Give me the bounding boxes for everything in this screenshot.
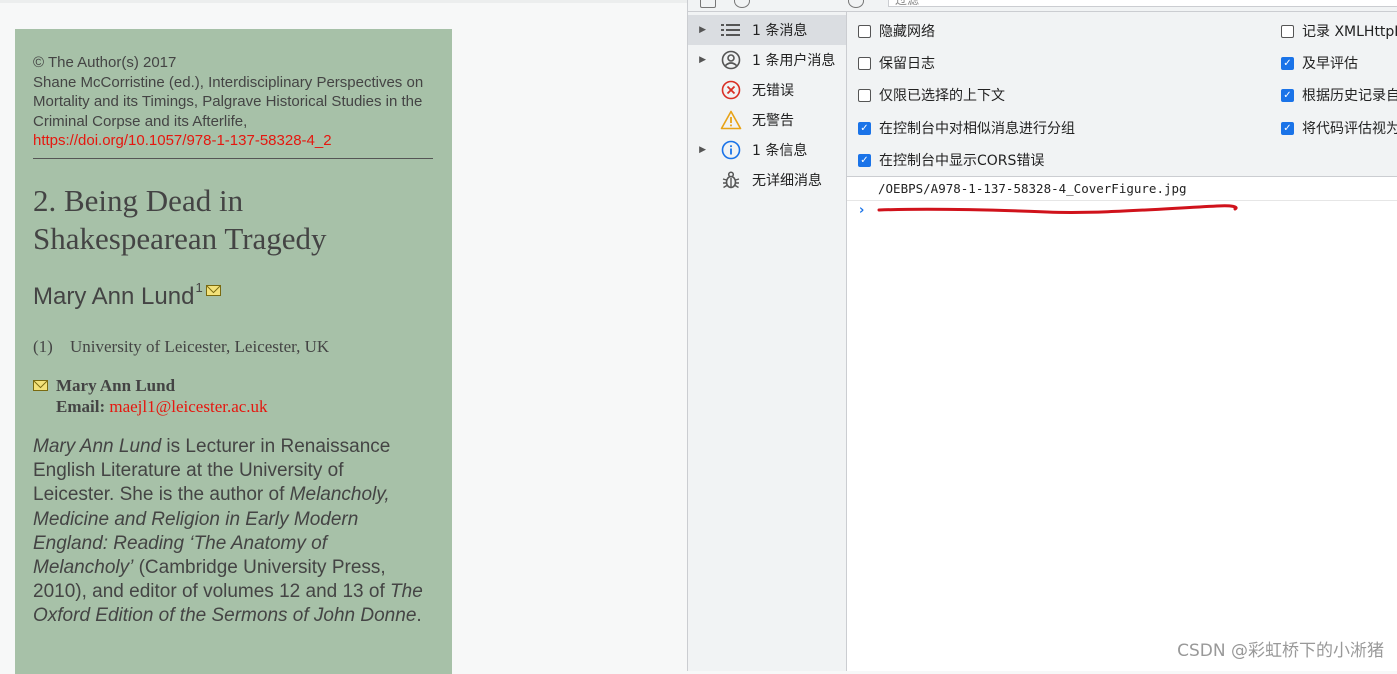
chapter-title: 2. Being Dead in Shakespearean Tragedy: [33, 182, 434, 258]
sidebar-item-messages[interactable]: ▶ 1 条消息: [688, 15, 846, 45]
checkbox[interactable]: ✓: [1281, 121, 1294, 135]
sidebar-item-label: 无警告: [752, 113, 794, 129]
checkbox[interactable]: ✓: [1281, 88, 1294, 102]
expand-arrow-icon[interactable]: ▶: [690, 55, 710, 65]
sidebar-item-label: 无错误: [752, 83, 794, 99]
info-icon: [720, 139, 742, 161]
setting-group-similar[interactable]: ✓ 在控制台中对相似消息进行分组: [858, 118, 1075, 138]
chapter-title-line1: 2. Being Dead in: [33, 182, 244, 218]
sidebar-item-label: 1 条信息: [752, 143, 808, 159]
envelope-icon: [33, 379, 48, 391]
contact-block: Mary Ann Lund Email: maejl1@leicester.ac…: [33, 375, 434, 417]
sidebar-item-label: 1 条用户消息: [752, 53, 836, 69]
author-bio: Mary Ann Lund is Lecturer in Renaissance…: [33, 435, 428, 629]
divider: [33, 157, 433, 159]
bio-author-name: Mary Ann Lund: [33, 435, 162, 457]
affiliation-number: (1): [33, 336, 53, 356]
list-icon: [720, 19, 742, 41]
bug-icon: [720, 169, 742, 191]
expand-arrow-icon[interactable]: ▶: [690, 25, 710, 35]
watermark: CSDN @彩虹桥下的小淅猪: [1177, 641, 1384, 661]
chapter-metadata: © The Author(s) 2017 Shane McCorristine …: [33, 53, 434, 151]
setting-label: 在控制台中对相似消息进行分组: [879, 121, 1075, 137]
clear-console-icon[interactable]: [734, 0, 750, 8]
sidebar-item-info[interactable]: ▶ 1 条信息: [688, 135, 846, 165]
setting-hide-network[interactable]: 隐藏网络: [858, 21, 935, 41]
reader-top-border: [0, 0, 687, 3]
console-output[interactable]: /OEBPS/A978-1-137-58328-4_CoverFigure.jp…: [847, 177, 1397, 671]
setting-eager-evaluation[interactable]: ✓ 及早评估: [1281, 53, 1358, 73]
setting-log-xhr[interactable]: 记录 XMLHttpRequest: [1281, 21, 1397, 41]
copyright-line: © The Author(s) 2017: [33, 54, 177, 71]
checkbox[interactable]: [858, 24, 871, 38]
console-sidebar: ▶ 1 条消息 ▶ 1 条用户消息 无错误 无警告 ▶ 1 条信息 无详细消息: [688, 12, 847, 671]
console-settings-pane: 隐藏网络 保留日志 仅限已选择的上下文 ✓ 在控制台中对相似消息进行分组 ✓ 在控制…: [847, 12, 1397, 177]
console-message[interactable]: /OEBPS/A978-1-137-58328-4_CoverFigure.jp…: [847, 177, 1397, 201]
setting-label: 将代码评估视为用户操作: [1302, 121, 1397, 137]
affiliation: (1) University of Leicester, Leicester, U…: [33, 337, 434, 357]
eye-icon[interactable]: [848, 0, 864, 8]
author-affiliation-ref[interactable]: 1: [195, 280, 202, 295]
checkbox[interactable]: ✓: [858, 121, 871, 135]
envelope-icon[interactable]: [205, 284, 221, 296]
setting-label: 记录 XMLHttpRequest: [1302, 24, 1397, 40]
contact-name: Mary Ann Lund: [56, 375, 176, 395]
citation-text: Shane McCorristine (ed.), Interdisciplin…: [33, 73, 424, 130]
setting-show-cors-errors[interactable]: ✓ 在控制台中显示CORS错误: [858, 150, 1044, 170]
setting-label: 根据历史记录自动完成: [1302, 88, 1397, 104]
sidebar-item-label: 无详细消息: [752, 173, 822, 189]
sidebar-toggle-icon[interactable]: [700, 0, 716, 8]
checkbox[interactable]: ✓: [858, 153, 871, 167]
doi-link[interactable]: https://doi.org/10.1057/978-1-137-58328-…: [33, 132, 332, 149]
checkbox[interactable]: [1281, 24, 1294, 38]
email-label: Email:: [56, 396, 106, 416]
setting-label: 及早评估: [1302, 56, 1358, 72]
warning-icon: [720, 109, 742, 131]
checkbox[interactable]: [858, 88, 871, 102]
prompt-chevron-icon: ›: [859, 203, 865, 218]
author-line: Mary Ann Lund 1: [33, 280, 434, 311]
sidebar-item-user-messages[interactable]: ▶ 1 条用户消息: [688, 45, 846, 75]
chapter-title-line2: Shakespearean Tragedy: [33, 220, 327, 256]
affiliation-text: University of Leicester, Leicester, UK: [70, 336, 330, 356]
setting-label: 隐藏网络: [879, 24, 935, 40]
setting-label: 仅限已选择的上下文: [879, 88, 1005, 104]
user-icon: [720, 49, 742, 71]
author-name: Mary Ann Lund: [33, 282, 195, 310]
setting-label: 在控制台中显示CORS错误: [879, 153, 1045, 169]
setting-user-activation[interactable]: ✓ 将代码评估视为用户操作: [1281, 118, 1397, 138]
sidebar-item-errors[interactable]: 无错误: [688, 75, 846, 105]
expand-arrow-icon[interactable]: ▶: [690, 145, 710, 155]
ebook-reader-pane: © The Author(s) 2017 Shane McCorristine …: [0, 0, 687, 674]
email-link[interactable]: maejl1@leicester.ac.uk: [109, 397, 267, 416]
error-icon: [720, 79, 742, 101]
setting-selected-context-only[interactable]: 仅限已选择的上下文: [858, 85, 1005, 105]
filter-input[interactable]: 过滤: [888, 0, 1397, 7]
setting-autocomplete-history[interactable]: ✓ 根据历史记录自动完成: [1281, 85, 1397, 105]
sidebar-item-label: 1 条消息: [752, 23, 808, 39]
checkbox[interactable]: [858, 56, 871, 70]
sidebar-item-warnings[interactable]: 无警告: [688, 105, 846, 135]
checkbox[interactable]: ✓: [1281, 56, 1294, 70]
bio-text: .: [416, 605, 422, 627]
devtools-console-panel: 过滤 ▶ 1 条消息 ▶ 1 条用户消息 无错误 无警告 ▶ 1 条信息 无详细…: [687, 0, 1397, 671]
red-underline-annotation: [877, 204, 1238, 214]
setting-label: 保留日志: [879, 56, 935, 72]
console-toolbar: 过滤: [688, 0, 1397, 12]
sidebar-item-verbose[interactable]: 无详细消息: [688, 165, 846, 195]
setting-preserve-log[interactable]: 保留日志: [858, 53, 935, 73]
ebook-page: © The Author(s) 2017 Shane McCorristine …: [15, 29, 452, 674]
